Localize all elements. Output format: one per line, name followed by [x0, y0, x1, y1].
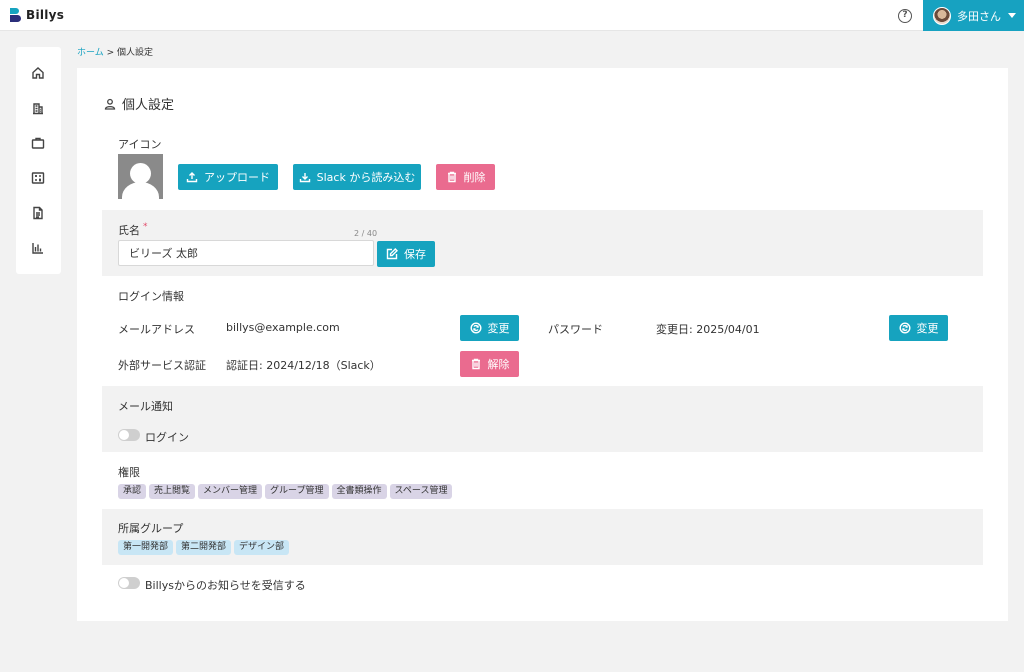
permission-chips: 承認 売上閲覧 メンバー管理 グループ管理 全書類操作 スペース管理 [118, 484, 453, 499]
slack-import-button[interactable]: Slack から読み込む [293, 164, 421, 190]
login-section-label: ログイン情報 [118, 290, 184, 303]
group-section [102, 509, 983, 565]
group-section-label: 所属グループ [118, 522, 184, 535]
building-icon [33, 103, 43, 115]
app-logo[interactable]: Billys [10, 8, 64, 22]
sidebar [16, 47, 61, 274]
permission-chip: 承認 [118, 484, 147, 499]
refresh-icon [469, 322, 482, 334]
group-chips: 第一開発部 第二開発部 デザイン部 [118, 540, 290, 555]
upload-icon [186, 172, 198, 183]
permission-chip: 売上閲覧 [149, 484, 196, 499]
logo-mark-icon [10, 8, 22, 22]
edit-icon [386, 248, 398, 260]
mail-notification-section [102, 386, 983, 452]
sidebar-item-calculator[interactable] [30, 170, 46, 186]
help-circle-icon[interactable]: ? [898, 9, 912, 23]
page-title: 個人設定 [104, 94, 174, 113]
user-menu[interactable]: 多田さん [923, 0, 1024, 31]
sidebar-item-reports[interactable] [30, 240, 46, 256]
settings-card: 個人設定 アイコン アップロード Slack から読み込む 削除 氏名 * 2 /… [77, 68, 1008, 621]
sidebar-item-home[interactable] [30, 65, 46, 81]
document-icon [33, 206, 43, 220]
password-value: 変更日: 2025/04/01 [656, 323, 760, 336]
permission-chip: スペース管理 [389, 484, 453, 499]
sidebar-item-documents[interactable] [30, 205, 46, 221]
sidebar-item-company[interactable] [30, 100, 46, 116]
breadcrumb: ホーム > 個人設定 [77, 45, 153, 58]
save-name-button[interactable]: 保存 [377, 241, 435, 267]
breadcrumb-current: 個人設定 [117, 48, 154, 58]
release-external-auth-button[interactable]: 解除 [460, 351, 519, 377]
avatar [933, 6, 951, 25]
password-label: パスワード [548, 323, 603, 336]
email-label: メールアドレス [118, 323, 195, 336]
external-auth-value: 認証日: 2024/12/18（Slack） [226, 359, 381, 372]
name-input[interactable] [118, 240, 374, 266]
login-notification-label: ログイン [145, 431, 189, 444]
required-mark: * [143, 222, 148, 232]
group-chip: 第一開発部 [118, 540, 174, 555]
billys-notice-label: Billysからのお知らせを受信する [145, 579, 306, 592]
upload-button[interactable]: アップロード [178, 164, 278, 190]
delete-icon-button[interactable]: 削除 [436, 164, 495, 190]
breadcrumb-home-link[interactable]: ホーム [77, 48, 104, 58]
change-email-button[interactable]: 変更 [460, 315, 519, 341]
profile-image-placeholder [118, 154, 163, 199]
page-title-text: 個人設定 [122, 98, 175, 113]
permission-chip: グループ管理 [265, 484, 329, 499]
permission-chip: メンバー管理 [198, 484, 263, 499]
user-name: 多田さん [957, 9, 1001, 23]
logo-text: Billys [26, 8, 65, 22]
billys-notice-toggle[interactable] [118, 577, 140, 589]
refresh-icon [898, 322, 911, 334]
sidebar-item-projects[interactable] [30, 135, 46, 151]
mail-section-label: メール通知 [118, 400, 173, 413]
external-auth-label: 外部サービス認証 [118, 359, 206, 372]
caret-down-icon [1008, 13, 1016, 18]
briefcase-icon [31, 137, 45, 149]
permission-chip: 全書類操作 [331, 484, 387, 499]
trash-icon [447, 171, 456, 183]
user-icon [104, 98, 116, 110]
name-char-counter: 2 / 40 [354, 229, 378, 238]
breadcrumb-separator: > [103, 48, 117, 58]
name-label: 氏名 * [118, 222, 148, 237]
home-icon [32, 67, 44, 79]
group-chip: デザイン部 [234, 540, 290, 555]
email-value: billys@example.com [226, 321, 340, 334]
login-notification-toggle[interactable] [118, 429, 140, 441]
calculator-icon [31, 172, 45, 184]
icon-section-label: アイコン [118, 138, 162, 151]
bar-chart-icon [32, 243, 43, 254]
download-icon [299, 173, 310, 183]
group-chip: 第二開発部 [176, 540, 232, 555]
trash-icon [471, 358, 480, 370]
permission-section-label: 権限 [118, 466, 140, 479]
change-password-button[interactable]: 変更 [889, 315, 948, 341]
top-header: Billys ? 多田さん [0, 0, 1024, 31]
